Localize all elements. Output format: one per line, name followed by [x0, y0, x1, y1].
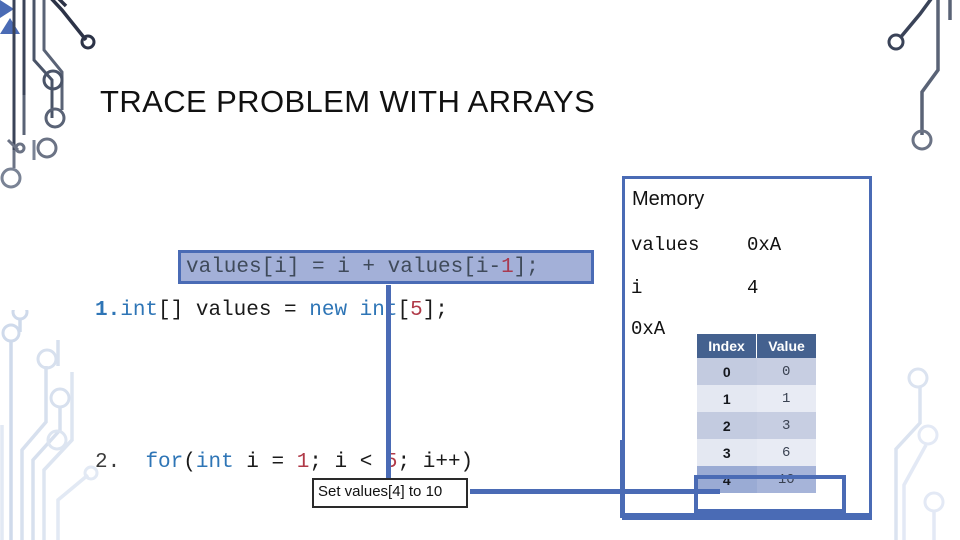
- cell-value: 3: [756, 412, 816, 439]
- code-token: ; i++): [397, 451, 474, 474]
- statement-literal: 1: [501, 256, 514, 279]
- code-token: new int: [309, 299, 398, 322]
- table-row: 0 0: [697, 358, 816, 385]
- table-row: 3 6: [697, 439, 816, 466]
- table-row: 2 3: [697, 412, 816, 439]
- code-token: for: [145, 451, 184, 474]
- cell-index: 3: [697, 439, 757, 466]
- callout-text: Set values[4] to 10: [318, 483, 443, 500]
- selected-row-outline: [694, 475, 846, 513]
- line-number: 1.: [95, 299, 121, 322]
- code-token: (: [183, 451, 196, 474]
- statement-prefix: values[i] = i + values[i-: [186, 256, 502, 279]
- code-token: 5: [410, 299, 423, 322]
- circuit-decoration-bottom-right: [894, 367, 945, 540]
- code-token: ; i <: [309, 451, 385, 474]
- code-line-1: 1.int[] values = new int[5];: [95, 292, 549, 330]
- circuit-decoration-top-right: [887, 0, 952, 151]
- connector-right-vertical: [620, 440, 625, 518]
- cell-index: 2: [697, 412, 757, 439]
- memory-variable-name-values: values: [631, 234, 700, 256]
- memory-variable-value-values: 0xA: [747, 234, 782, 256]
- page-title: TRACE PROBLEM WITH ARRAYS: [100, 84, 596, 119]
- memory-panel-title: Memory: [632, 188, 705, 210]
- cell-value: 1: [756, 385, 816, 412]
- code-token: [: [397, 299, 411, 322]
- cell-value: 0: [756, 358, 816, 385]
- connector-bottom-horizontal: [620, 513, 870, 518]
- cell-index: 0: [697, 358, 757, 385]
- code-token: int: [195, 451, 234, 474]
- current-statement-text: values[i] = i + values[i-1];: [186, 254, 539, 281]
- table-header-row: Index Value: [697, 334, 816, 358]
- table-row: 1 1: [697, 385, 816, 412]
- arrow-head-right-icon: [0, 0, 14, 18]
- line-number: 2.: [95, 451, 121, 474]
- column-header-index: Index: [697, 334, 757, 358]
- slide-canvas: TRACE PROBLEM WITH ARRAYS 1.int[] values…: [0, 0, 960, 540]
- memory-variable-value-i: 4: [747, 277, 759, 299]
- memory-variable-name-i: i: [631, 277, 643, 299]
- statement-suffix: ];: [513, 256, 539, 279]
- column-header-value: Value: [756, 334, 816, 358]
- array-memory-table: Index Value 0 0 1 1 2 3 3 6 4 10: [697, 334, 816, 493]
- code-token: i =: [233, 451, 297, 474]
- code-token: int: [120, 299, 159, 322]
- code-token: 1: [296, 451, 310, 474]
- arrow-head-up-icon: [0, 18, 20, 34]
- connector-callout-to-statement: [386, 285, 391, 485]
- code-token: [] values =: [158, 299, 310, 322]
- code-token: ];: [422, 299, 448, 322]
- heap-address-label: 0xA: [631, 318, 666, 340]
- cell-value: 6: [756, 439, 816, 466]
- cell-index: 1: [697, 385, 757, 412]
- code-line-2: 2. for(int i = 1; i < 5; i++): [95, 444, 549, 482]
- connector-callout-to-table: [470, 489, 720, 494]
